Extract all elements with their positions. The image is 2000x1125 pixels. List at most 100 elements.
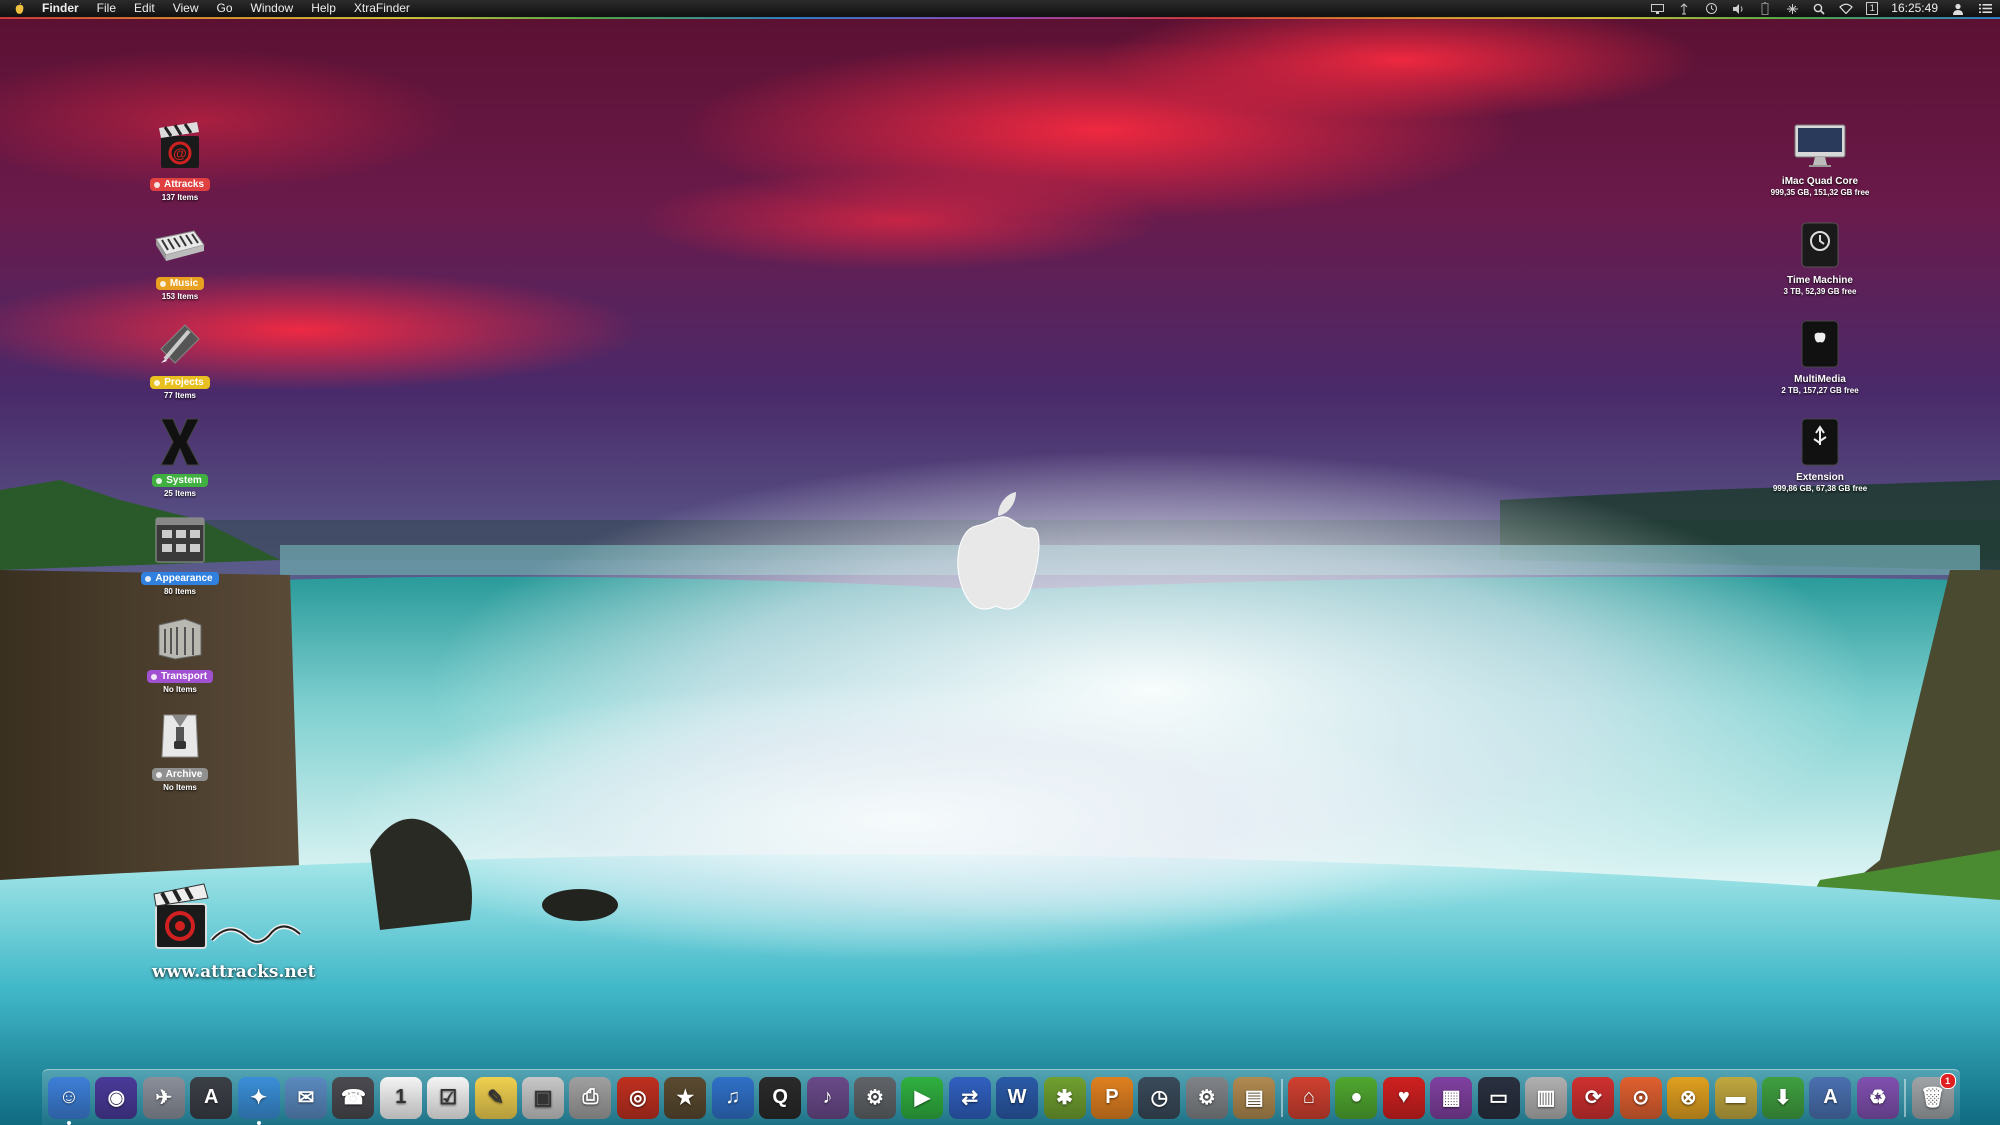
desktop-folder-attracks[interactable]: @ Attracks 137 Items bbox=[105, 118, 255, 202]
applications-folder-icon[interactable]: A bbox=[1809, 1076, 1852, 1119]
running-indicator bbox=[256, 1120, 261, 1125]
app-store-icon[interactable]: A bbox=[190, 1076, 233, 1119]
system-preferences-icon[interactable]: ⚙ bbox=[1185, 1076, 1228, 1119]
dock-glyph: Q bbox=[772, 1086, 788, 1108]
dock-glyph: ⬇ bbox=[1774, 1087, 1792, 1109]
folder-label: System bbox=[152, 474, 208, 487]
menu-file[interactable]: File bbox=[88, 0, 125, 17]
network-icon[interactable] bbox=[1785, 2, 1799, 16]
finder-icon[interactable]: ☺ bbox=[48, 1076, 90, 1125]
menu-clock[interactable]: 16:25:49 bbox=[1891, 0, 1938, 17]
dock-glyph: ▶ bbox=[914, 1087, 930, 1109]
desktop-folder-system[interactable]: System 25 Items bbox=[105, 414, 255, 498]
display-icon[interactable] bbox=[1650, 2, 1664, 16]
volume-name: Time Machine bbox=[1787, 275, 1853, 286]
contacts-icon[interactable]: ☎ bbox=[332, 1076, 375, 1119]
menu-finder[interactable]: Finder bbox=[42, 0, 88, 17]
desktop-folder-archive[interactable]: Archive No Items bbox=[105, 708, 255, 792]
recycle-icon[interactable]: ♻ bbox=[1856, 1076, 1899, 1119]
apple-icon[interactable]: ● bbox=[1335, 1076, 1378, 1119]
download-icon[interactable]: ⬇ bbox=[1762, 1076, 1805, 1119]
dock-separator bbox=[1280, 1078, 1283, 1117]
external-drive-icon bbox=[1792, 316, 1848, 372]
sync-icon[interactable]: ⊗ bbox=[1667, 1076, 1710, 1119]
computer-icon[interactable]: ▥ bbox=[1525, 1076, 1567, 1119]
dock-glyph: ✎ bbox=[487, 1087, 505, 1109]
svg-text:@: @ bbox=[173, 145, 187, 161]
siri-icon[interactable]: ◉ bbox=[95, 1076, 138, 1119]
apple-menu-icon[interactable] bbox=[14, 0, 28, 17]
reminders-icon[interactable]: ☑ bbox=[427, 1076, 470, 1119]
airdrop-icon[interactable] bbox=[1677, 2, 1691, 16]
time-machine-icon[interactable]: ◷ bbox=[1138, 1076, 1181, 1119]
network-icon[interactable]: ✱ bbox=[1043, 1076, 1086, 1119]
mail-icon[interactable]: ✉ bbox=[285, 1076, 328, 1119]
desktop-volume-extension[interactable]: Extension 999,86 GB, 67,38 GB free bbox=[1745, 414, 1895, 493]
desktop-folder-appearance[interactable]: Appearance 80 Items bbox=[105, 512, 255, 596]
quicktime-icon[interactable]: Q bbox=[759, 1076, 802, 1119]
desktop-folder-projects[interactable]: Projects 77 Items bbox=[105, 316, 255, 400]
heart-icon[interactable]: ♥ bbox=[1382, 1076, 1425, 1119]
dock-glyph: ♪ bbox=[822, 1086, 833, 1108]
screen-number-icon[interactable]: 1 bbox=[1866, 2, 1879, 15]
desktop-folder-transport[interactable]: Transport No Items bbox=[105, 610, 255, 694]
menu-edit[interactable]: Edit bbox=[125, 0, 164, 17]
time-machine-icon[interactable] bbox=[1704, 2, 1718, 16]
monitor-icon[interactable]: ▭ bbox=[1477, 1076, 1520, 1119]
volume-icon[interactable] bbox=[1731, 2, 1745, 16]
spotlight-icon[interactable] bbox=[1812, 2, 1826, 16]
user-icon[interactable] bbox=[1951, 2, 1965, 16]
menu-window[interactable]: Window bbox=[242, 0, 303, 17]
folder-icon[interactable]: ▬ bbox=[1714, 1076, 1757, 1119]
imovie-icon[interactable]: ★ bbox=[664, 1076, 707, 1119]
menu-go[interactable]: Go bbox=[208, 0, 242, 17]
notification-center-icon[interactable] bbox=[1978, 2, 1992, 16]
attracks-logo: www.attracks.net bbox=[150, 880, 315, 986]
folder-label: Archive bbox=[151, 768, 209, 781]
calendar-icon[interactable]: 1 bbox=[379, 1076, 422, 1119]
photo-booth-icon[interactable]: ◎ bbox=[616, 1076, 659, 1119]
launchpad-icon[interactable]: ✈ bbox=[142, 1076, 185, 1119]
dock-glyph: ⚙ bbox=[865, 1087, 884, 1109]
menu-help[interactable]: Help bbox=[302, 0, 345, 17]
word-icon[interactable]: W bbox=[996, 1076, 1039, 1119]
folder-item-count: 137 Items bbox=[161, 193, 199, 202]
itunes-icon[interactable]: ♫ bbox=[711, 1076, 754, 1119]
desktop-volume-time-machine[interactable]: Time Machine 3 TB, 52,39 GB free bbox=[1745, 217, 1895, 296]
finder-window-icon bbox=[152, 512, 208, 568]
pages-icon[interactable]: P bbox=[1090, 1076, 1133, 1119]
folder-label: Transport bbox=[146, 670, 214, 683]
desktop-volume-imac-quad-core[interactable]: iMac Quad Core 999,35 GB, 151,32 GB free bbox=[1745, 118, 1895, 197]
safari-icon[interactable]: ✦ bbox=[237, 1076, 280, 1125]
downloads-folder-icon[interactable]: ⊙ bbox=[1619, 1076, 1662, 1119]
archive-utility-icon[interactable]: ▤ bbox=[1233, 1076, 1276, 1119]
dock-glyph: ▦ bbox=[1441, 1087, 1461, 1109]
preview-icon[interactable]: ▣ bbox=[522, 1076, 565, 1119]
folder-item-count: No Items bbox=[163, 783, 197, 792]
dock-glyph: ◎ bbox=[629, 1087, 647, 1109]
migration-icon[interactable]: ⇄ bbox=[948, 1076, 991, 1119]
battery-icon[interactable] bbox=[1758, 2, 1772, 16]
dock-glyph: ▣ bbox=[533, 1087, 553, 1109]
desktop-folder-music[interactable]: Music 153 Items bbox=[105, 217, 255, 301]
facetime-icon[interactable]: ▶ bbox=[901, 1076, 944, 1119]
utility-icon[interactable]: ⚙ bbox=[853, 1076, 896, 1119]
notes-icon[interactable]: ✎ bbox=[474, 1076, 517, 1119]
dock-glyph: A bbox=[1823, 1086, 1838, 1108]
dock-glyph: ▬ bbox=[1725, 1086, 1746, 1108]
menu-bar: Finder File Edit View Go Window Help Xtr… bbox=[0, 0, 2000, 18]
wifi-icon[interactable] bbox=[1839, 2, 1854, 16]
backup-icon[interactable]: ⟳ bbox=[1572, 1076, 1615, 1119]
trash-icon[interactable]: 🗑 1 bbox=[1911, 1072, 1956, 1119]
cube-icon[interactable]: ▦ bbox=[1430, 1076, 1473, 1119]
home-icon[interactable]: ⌂ bbox=[1287, 1076, 1330, 1119]
dock-glyph: P bbox=[1105, 1086, 1119, 1108]
dock-glyph: W bbox=[1007, 1086, 1027, 1108]
music-icon[interactable]: ♪ bbox=[806, 1076, 849, 1119]
printer-icon[interactable]: ⎙ bbox=[569, 1076, 612, 1119]
menu-view[interactable]: View bbox=[164, 0, 208, 17]
menu-xtrafinder[interactable]: XtraFinder bbox=[345, 0, 419, 17]
dock-glyph: 1 bbox=[395, 1086, 407, 1108]
dock-glyph: ▤ bbox=[1244, 1087, 1264, 1109]
desktop-volume-multimedia[interactable]: MultiMedia 2 TB, 157,27 GB free bbox=[1745, 316, 1895, 395]
